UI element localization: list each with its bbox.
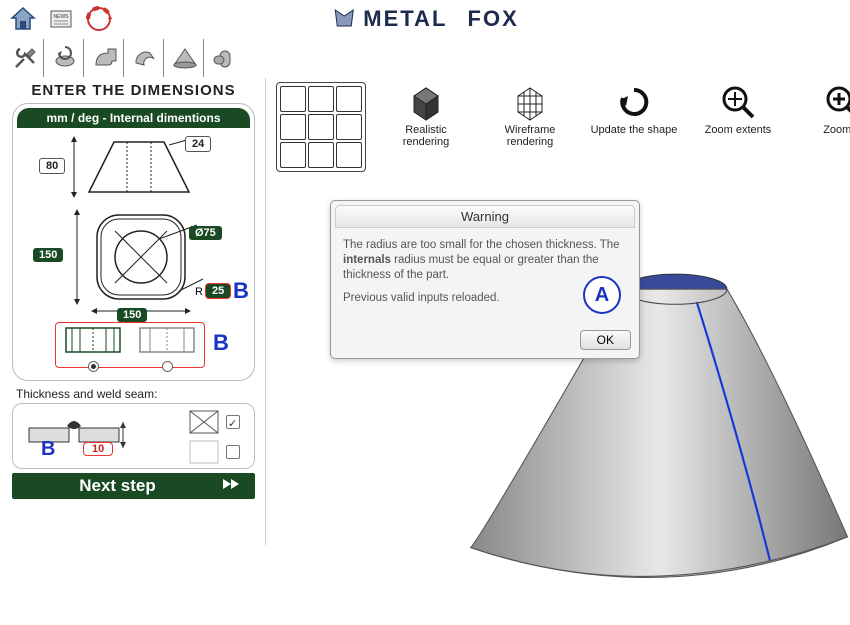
dim-top[interactable]: 24 (185, 136, 211, 152)
radius-mode-1-radio[interactable] (88, 361, 99, 372)
weld-sketch (19, 408, 139, 464)
dialog-title: Warning (335, 205, 635, 228)
plan-sketch (19, 207, 249, 317)
help-icon[interactable] (84, 4, 114, 34)
realistic-render-label: Realistic rendering (382, 124, 470, 148)
realistic-render-button[interactable]: Realistic rendering (382, 82, 470, 148)
dim-w1[interactable]: 150 (33, 248, 63, 262)
radius-mode-2-radio[interactable] (162, 361, 173, 372)
seam-opt-2-check[interactable] (226, 445, 240, 459)
panel-header: mm / deg - Internal dimentions (17, 108, 250, 128)
top-bar: NEWS METAL FOX (0, 0, 850, 38)
seam-opt-1-icon (188, 409, 220, 435)
home-icon[interactable] (8, 4, 38, 34)
radius-mode-2[interactable] (133, 326, 201, 364)
pipe-bend-icon[interactable] (86, 39, 124, 77)
tee-icon[interactable] (206, 39, 244, 77)
dim-diameter[interactable]: Ø75 (189, 226, 222, 240)
radius-mode-1[interactable] (59, 326, 127, 364)
annotation-b-2: B (213, 330, 229, 356)
brand-logo: METAL FOX (331, 6, 519, 32)
elbow-icon[interactable] (126, 39, 164, 77)
thickness-panel: 10 B (12, 403, 255, 469)
dialog-message-1: The radius are too small for the chosen … (343, 238, 627, 283)
shape-toolbar (0, 38, 850, 78)
history-icon[interactable] (46, 39, 84, 77)
dimensions-sidebar: ENTER THE DIMENSIONS mm / deg - Internal… (0, 78, 265, 545)
dim-radius[interactable]: 25 (205, 283, 231, 299)
brand-text-2: FOX (468, 6, 519, 32)
annotation-a: A (583, 276, 621, 314)
zoom-extents-label: Zoom extents (705, 124, 772, 136)
radius-mode-group (55, 322, 205, 368)
zoom-extents-button[interactable]: Zoom extents (694, 82, 782, 136)
zoom-in-button[interactable]: Zoom + (798, 82, 850, 136)
update-shape-button[interactable]: Update the shape (590, 82, 678, 136)
thickness-label: Thickness and weld seam: (16, 387, 255, 401)
seam-opt-2-icon (188, 439, 220, 465)
svg-text:NEWS: NEWS (54, 14, 70, 20)
sidebar-title: ENTER THE DIMENSIONS (12, 82, 255, 99)
zoom-in-label: Zoom + (823, 124, 850, 136)
seam-opt-1-check[interactable] (226, 415, 240, 429)
update-shape-label: Update the shape (591, 124, 678, 136)
tools-icon[interactable] (6, 39, 44, 77)
news-icon[interactable]: NEWS (46, 4, 76, 34)
dimensions-panel: mm / deg - Internal dimentions 80 24 (12, 103, 255, 381)
annotation-b-3: B (41, 438, 55, 461)
wireframe-render-button[interactable]: Wireframe rendering (486, 82, 574, 148)
chevron-right-icon (223, 476, 245, 496)
radius-prefix: R (195, 286, 203, 298)
dim-height[interactable]: 80 (39, 158, 65, 174)
annotation-b-1: B (233, 278, 249, 304)
next-step-button[interactable]: Next step (12, 473, 255, 499)
dialog-ok-button[interactable]: OK (580, 330, 631, 350)
thickness-input[interactable]: 10 (83, 442, 113, 456)
wireframe-render-label: Wireframe rendering (486, 124, 574, 148)
next-step-label: Next step (79, 476, 156, 495)
warning-dialog: Warning The radius are too small for the… (330, 200, 640, 359)
cone-icon[interactable] (166, 39, 204, 77)
brand-text-1: METAL (363, 6, 447, 32)
